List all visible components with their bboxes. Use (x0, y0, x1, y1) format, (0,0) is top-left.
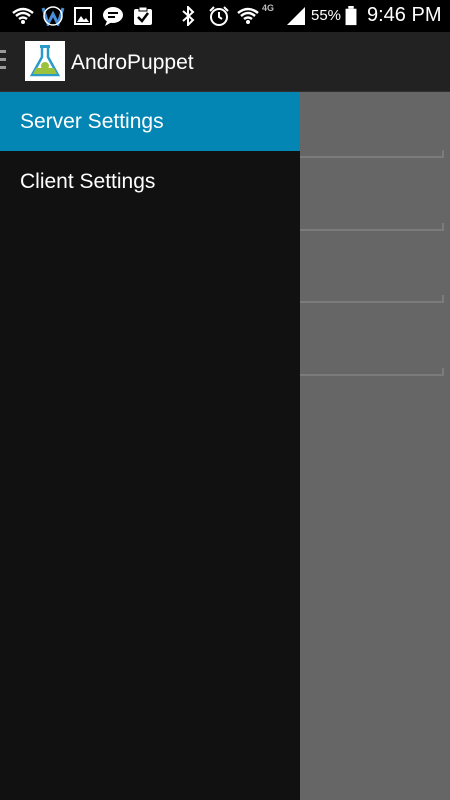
navigation-drawer: Server Settings Client Settings (0, 92, 300, 800)
signal-icon (287, 7, 305, 25)
battery-percent: 55% (311, 7, 342, 24)
4g-lte-icon: 4G (262, 3, 275, 13)
divider (300, 301, 444, 303)
action-bar: AndroPuppet (0, 32, 450, 92)
divider (442, 223, 444, 229)
divider (300, 156, 444, 158)
app-logo-button[interactable] (25, 41, 65, 81)
flask-android-logo-icon (29, 45, 61, 77)
clipboard-check-icon (134, 6, 152, 25)
message-icon (103, 7, 123, 26)
voicemail-icon (41, 6, 65, 26)
image-icon (74, 7, 92, 25)
divider (300, 374, 444, 376)
divider (442, 150, 444, 156)
drawer-toggle-icon[interactable] (0, 50, 8, 72)
battery-icon (345, 6, 357, 26)
bluetooth-icon (182, 6, 195, 26)
app-title: AndroPuppet (71, 51, 194, 74)
drawer-item-client-settings[interactable]: Client Settings (0, 152, 300, 211)
drawer-item-server-settings[interactable]: Server Settings (0, 92, 300, 151)
alarm-icon (209, 6, 229, 26)
wifi-call-icon (12, 7, 34, 24)
clock: 9:46 PM (367, 4, 442, 26)
divider (442, 295, 444, 301)
wifi-icon (237, 7, 259, 24)
divider (442, 368, 444, 374)
status-bar: 4G 55% 9:46 PM (0, 0, 450, 32)
divider (300, 229, 444, 231)
